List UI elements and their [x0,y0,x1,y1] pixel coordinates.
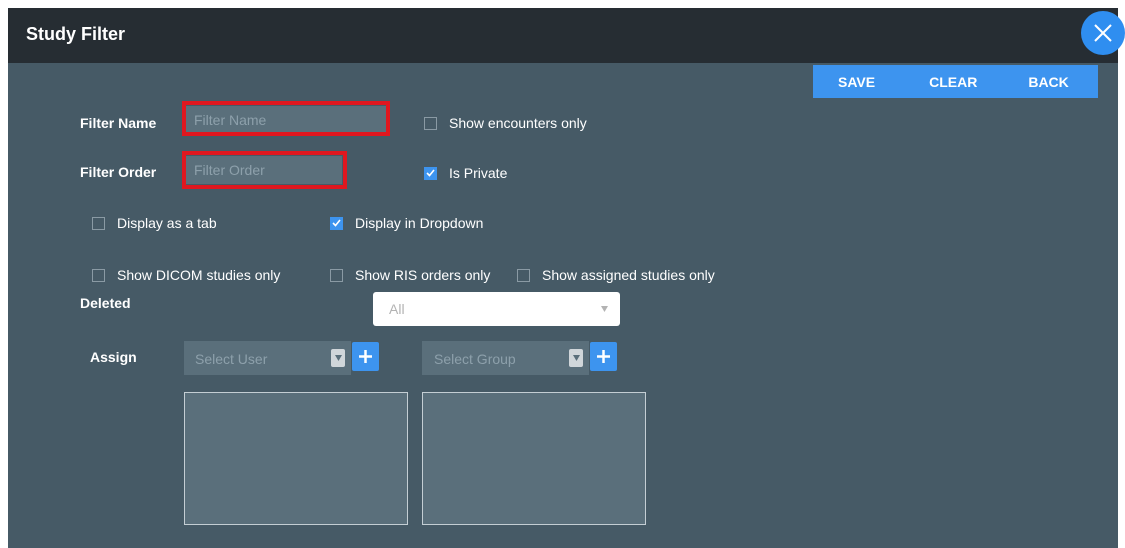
select-user-dropdown[interactable]: Select User [184,341,351,375]
filter-order-label: Filter Order [80,164,157,180]
show-encounters-checkbox[interactable]: Show encounters only [424,115,587,131]
assigned-groups-list[interactable] [422,392,646,525]
chevron-down-icon [572,355,580,361]
show-assigned-checkbox[interactable]: Show assigned studies only [517,267,715,283]
assign-label: Assign [90,349,137,365]
show-dicom-label: Show DICOM studies only [117,267,281,283]
checkbox-unchecked-icon [517,268,530,282]
select-group-arrow [569,349,583,367]
show-encounters-label: Show encounters only [449,115,587,131]
action-toolbar: SAVE CLEAR BACK [813,65,1098,98]
show-ris-checkbox[interactable]: Show RIS orders only [330,267,490,283]
display-as-tab-checkbox[interactable]: Display as a tab [92,215,217,231]
checkbox-unchecked-icon [330,268,343,282]
checkbox-checked-icon [330,216,343,230]
filter-order-input[interactable] [186,156,342,184]
plus-icon [359,350,372,363]
close-icon [1094,24,1112,42]
dialog-title: Study Filter [26,24,126,44]
checkbox-unchecked-icon [92,268,105,282]
assigned-users-list[interactable] [184,392,408,525]
title-bar: Study Filter [8,8,1118,63]
close-button[interactable] [1081,11,1125,55]
chevron-down-icon [601,306,608,312]
display-as-tab-label: Display as a tab [117,215,217,231]
show-ris-label: Show RIS orders only [355,267,491,283]
show-assigned-label: Show assigned studies only [542,267,715,283]
save-button[interactable]: SAVE [838,74,875,90]
deleted-label: Deleted [80,295,131,311]
filter-name-label: Filter Name [80,115,157,131]
select-group-dropdown[interactable]: Select Group [422,341,589,375]
is-private-checkbox[interactable]: Is Private [424,165,507,181]
deleted-select[interactable]: All [373,292,620,326]
display-in-dropdown-label: Display in Dropdown [355,215,484,231]
add-user-button[interactable] [352,342,379,371]
back-button[interactable]: BACK [1028,74,1068,90]
checkbox-unchecked-icon [424,116,437,130]
deleted-select-value: All [389,301,405,317]
clear-button[interactable]: CLEAR [929,74,977,90]
show-dicom-checkbox[interactable]: Show DICOM studies only [92,267,280,283]
study-filter-dialog: Study Filter SAVE CLEAR BACK Filter Name… [8,8,1125,548]
checkbox-unchecked-icon [92,216,105,230]
checkbox-checked-icon [424,166,437,180]
add-group-button[interactable] [590,342,617,371]
plus-icon [597,350,610,363]
chevron-down-icon [334,355,342,361]
select-user-placeholder: Select User [195,351,268,367]
select-group-placeholder: Select Group [434,351,516,367]
display-in-dropdown-checkbox[interactable]: Display in Dropdown [330,215,483,231]
select-user-arrow [331,349,345,367]
is-private-label: Is Private [449,165,508,181]
filter-name-input[interactable] [186,106,386,134]
